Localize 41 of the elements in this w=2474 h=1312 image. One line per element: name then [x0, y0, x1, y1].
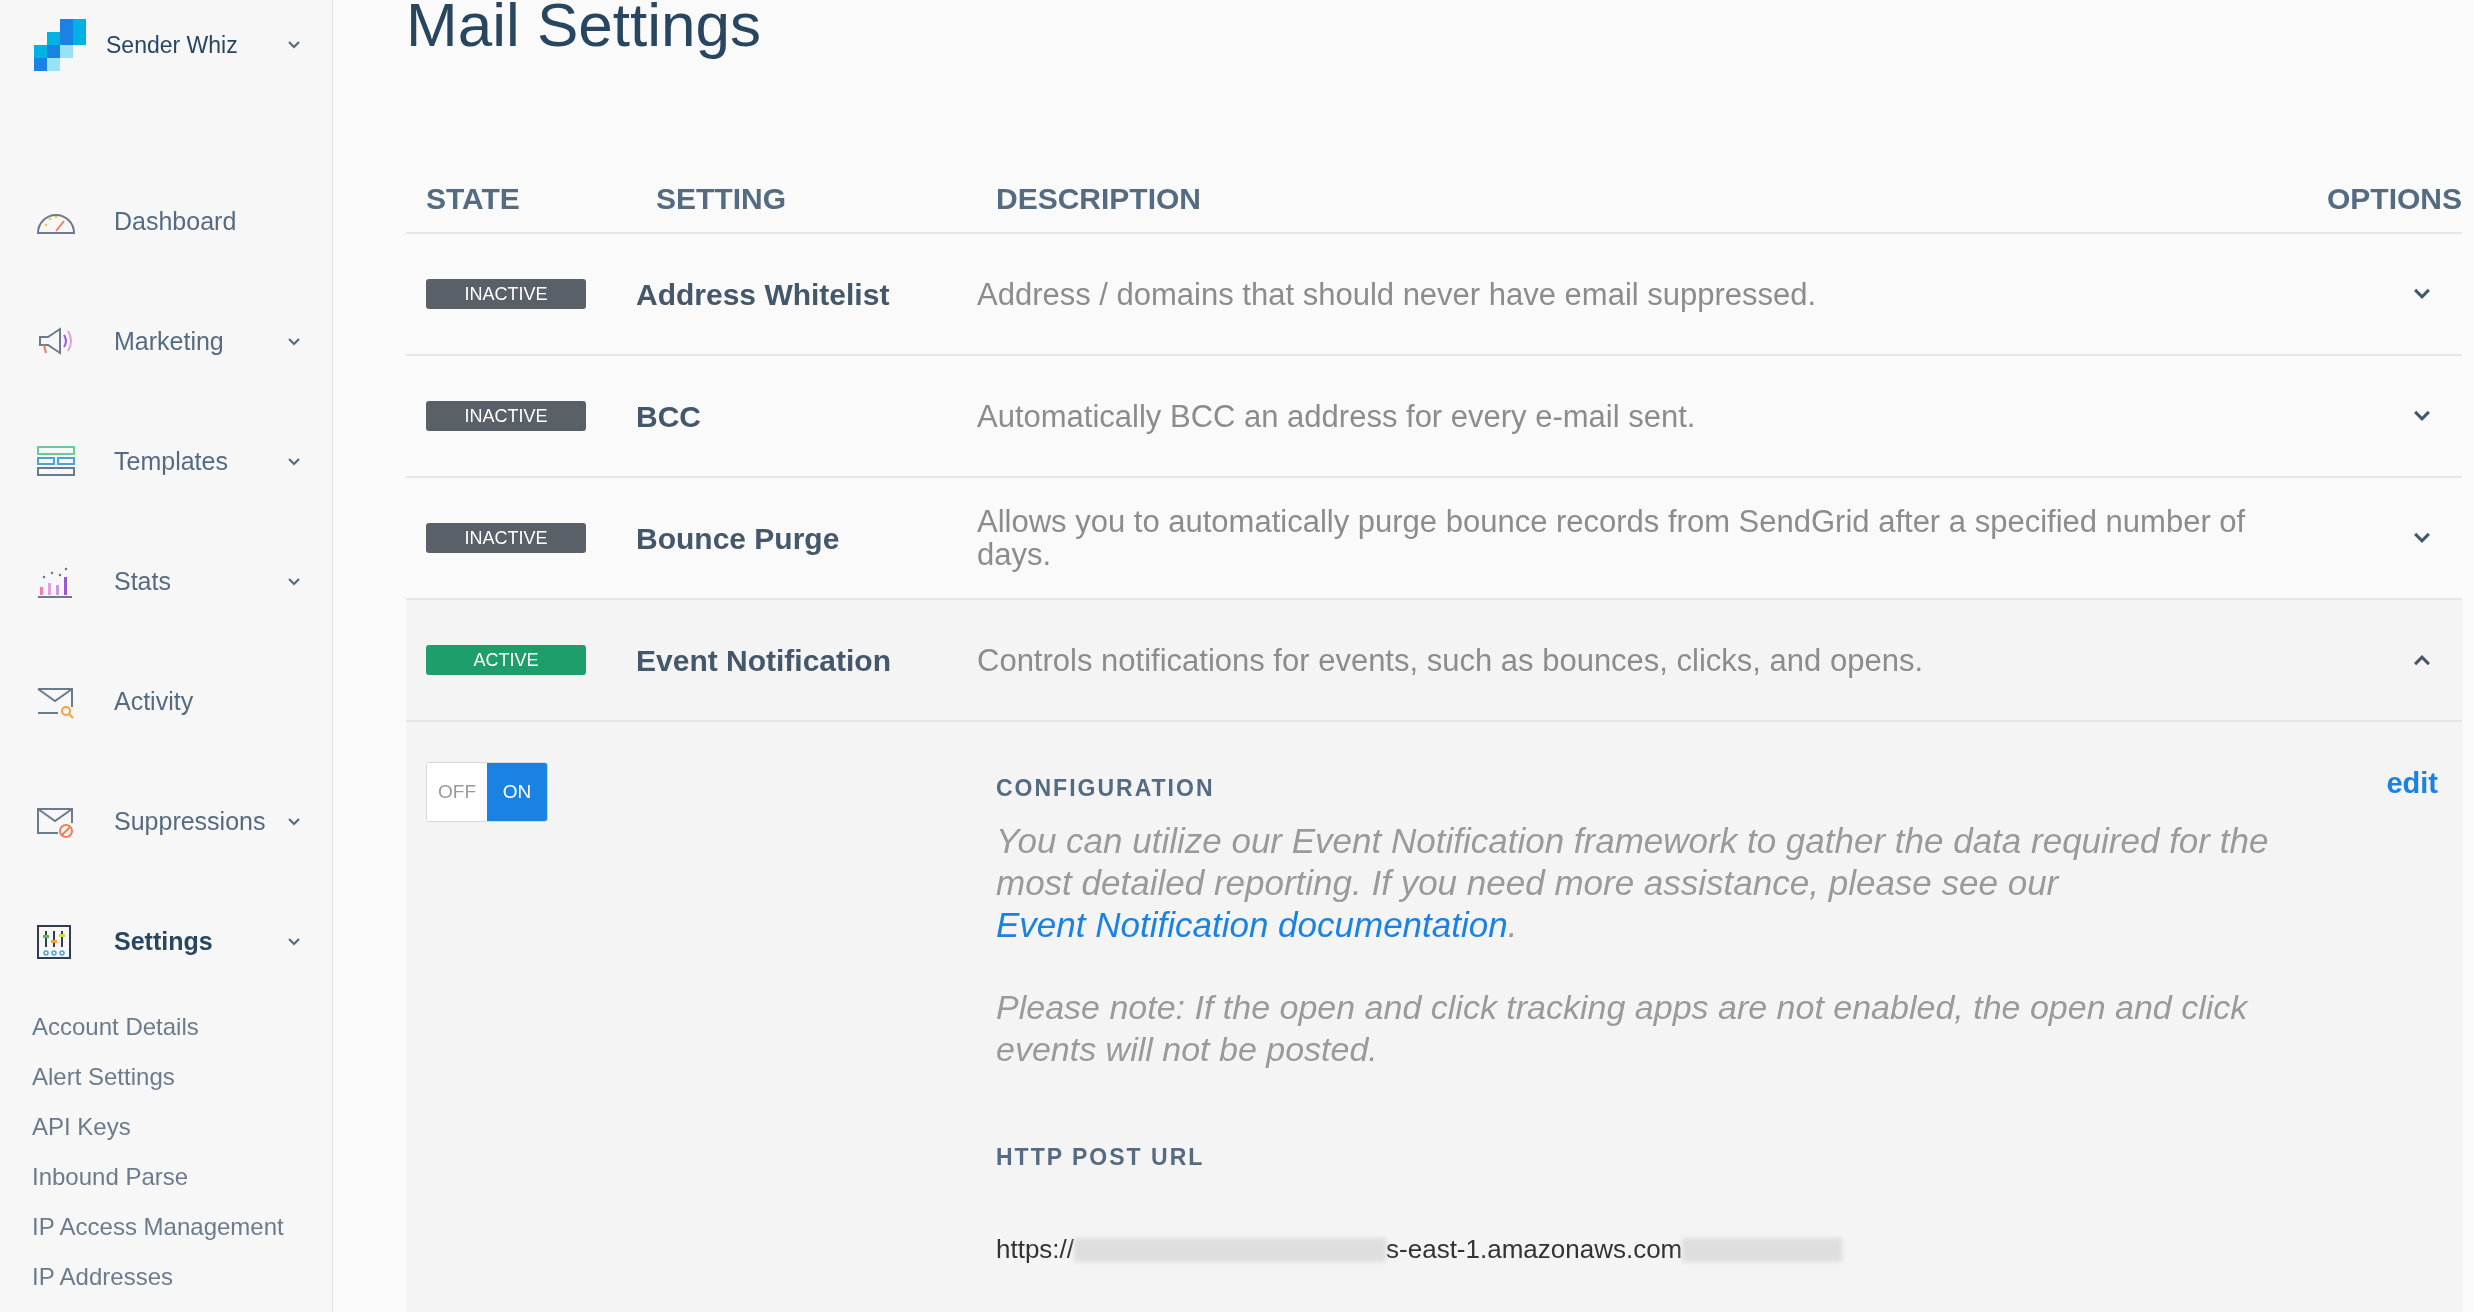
- page-title: Mail Settings: [406, 0, 762, 61]
- setting-description: Allows you to automatically purge bounce records from SendGrid after a specified number of days.: [977, 505, 2247, 571]
- setting-name: Event Notification: [636, 643, 891, 677]
- sidebar-link[interactable]: Inbound Parse: [32, 1152, 332, 1202]
- column-header: SETTING: [656, 180, 787, 217]
- setting-name: Address Whitelist: [636, 277, 890, 311]
- column-header: OPTIONS: [2326, 180, 2462, 217]
- section-heading: CONFIGURATION: [996, 773, 1215, 803]
- nav-item[interactable]: Suppressions: [0, 762, 332, 882]
- sidebar-link[interactable]: IP Access Management: [32, 1202, 332, 1252]
- nav-item[interactable]: Marketing: [0, 282, 332, 402]
- nav-item[interactable]: Activity: [0, 642, 332, 762]
- setting-name: BCC: [636, 399, 701, 433]
- status-badge: INACTIVE: [426, 401, 586, 431]
- note-text: Please note: If the open and click tracking apps are not enabled, the open and click events will not be posted.: [996, 986, 2250, 1070]
- column-header: DESCRIPTION: [996, 180, 1203, 217]
- sidebar-link[interactable]: API Keys: [32, 1102, 332, 1152]
- nav-item[interactable]: Templates: [0, 402, 332, 522]
- column-header: STATE: [425, 180, 521, 217]
- setting-description: Address / domains that should never have email suppressed.: [977, 277, 1818, 311]
- nav-item[interactable]: Stats: [0, 522, 332, 642]
- sidebar-link[interactable]: Alert Settings: [32, 1052, 332, 1102]
- status-badge: INACTIVE: [426, 523, 586, 553]
- sidebar-link[interactable]: IP Addresses: [32, 1252, 332, 1302]
- edit-link[interactable]: edit: [2386, 762, 2438, 806]
- status-badge: INACTIVE: [426, 279, 586, 309]
- logo-icon: [34, 19, 86, 71]
- setting-description: Controls notifications for events, such as bounces, clicks, and opens.: [977, 643, 1924, 677]
- url-text: s-east-1.amazonaws.com: [1386, 1233, 1683, 1266]
- nav-item[interactable]: Settings: [0, 882, 332, 1002]
- setting-description: Automatically BCC an address for every e-mail sent.: [977, 399, 1697, 433]
- sidebar-link[interactable]: Account Details: [32, 1002, 332, 1052]
- configuration-description: You can utilize our Event Notification framework to gather the data required for the most detailed reporting. If you need more assistance, please see our Event Notification documentation.: [996, 819, 2270, 946]
- nav-item[interactable]: Dashboard: [0, 162, 332, 282]
- on-off-toggle[interactable]: OFF ON: [426, 762, 548, 822]
- section-heading: HTTP POST URL: [996, 1142, 1206, 1172]
- url-text: https://: [996, 1233, 1075, 1266]
- documentation-link[interactable]: Event Notification documentation: [996, 904, 1508, 944]
- status-badge: ACTIVE: [426, 645, 586, 675]
- account-name[interactable]: Sender Whiz: [106, 27, 286, 63]
- setting-name: Bounce Purge: [636, 521, 840, 555]
